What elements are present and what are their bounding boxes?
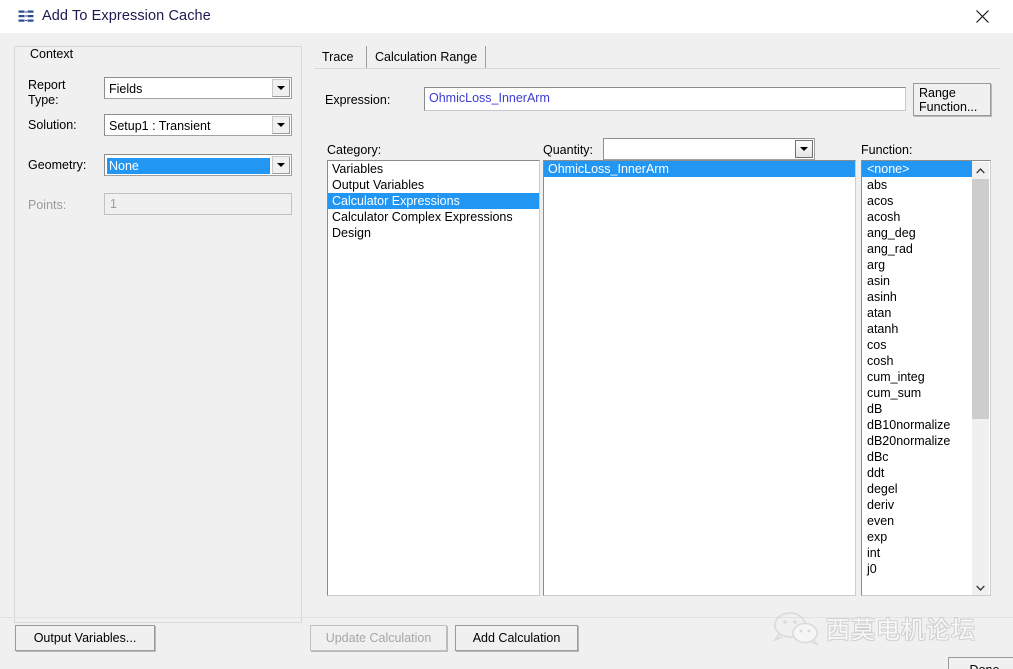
points-value: 1 [110,197,117,211]
quantity-combobox[interactable] [603,138,815,160]
scroll-up-arrow-icon[interactable] [972,162,989,179]
function-list-item[interactable]: acosh [862,209,972,225]
function-list-item[interactable]: ang_rad [862,241,972,257]
function-list-item[interactable]: dB20normalize [862,433,972,449]
add-to-expression-cache-dialog: Add To Expression Cache Context Report T… [0,0,1013,669]
report-type-label-line1: Report [28,78,66,92]
function-list-item[interactable]: even [862,513,972,529]
function-list-item[interactable]: dB [862,401,972,417]
window-title: Add To Expression Cache [42,8,211,24]
range-function-button[interactable]: Range Function... [913,83,991,116]
solution-label: Solution: [28,118,77,132]
quantity-combo-value [608,142,792,158]
function-list-item[interactable]: int [862,545,972,561]
function-label: Function: [861,143,913,157]
output-variables-button[interactable]: Output Variables... [15,625,155,651]
geometry-dropdown-arrow[interactable] [272,156,290,174]
quantity-label: Quantity: [543,143,594,157]
tab-strip: Trace Calculation Range [314,46,1000,68]
category-listbox[interactable]: Variables Output Variables Calculator Expr… [327,160,540,596]
tab-calculation-range[interactable]: Calculation Range [366,46,487,68]
function-list-item[interactable]: cosh [862,353,972,369]
function-list-item[interactable]: ang_deg [862,225,972,241]
function-list-item[interactable]: <none> [862,161,972,177]
function-list-item[interactable]: cum_integ [862,369,972,385]
solution-value: Setup1 : Transient [109,119,211,133]
scroll-down-arrow-icon[interactable] [972,579,989,595]
footer-separator [0,617,1013,618]
category-label: Category: [327,143,382,157]
update-calculation-button: Update Calculation [310,625,447,651]
solution-dropdown-arrow[interactable] [272,116,290,134]
category-list-item[interactable]: Output Variables [328,177,539,193]
geometry-combobox[interactable]: None [104,154,292,176]
context-group-title: Context [26,47,78,61]
category-list-item[interactable]: Design [328,225,539,241]
chevron-down-icon [277,86,285,90]
add-calculation-button[interactable]: Add Calculation [455,625,578,651]
chevron-down-icon [277,123,285,127]
report-type-dropdown-arrow[interactable] [272,79,290,97]
expression-input[interactable]: OhmicLoss_InnerArm [424,87,906,111]
chevron-down-icon [800,147,808,151]
expression-value: OhmicLoss_InnerArm [429,91,550,105]
function-scrollbar[interactable] [972,162,989,595]
function-list-item[interactable]: dBc [862,449,972,465]
function-list-item[interactable]: cos [862,337,972,353]
function-list-item[interactable]: ddt [862,465,972,481]
quantity-list-item[interactable]: OhmicLoss_InnerArm [544,161,855,177]
category-list-item[interactable]: Calculator Complex Expressions [328,209,539,225]
quantity-listbox[interactable]: OhmicLoss_InnerArm [543,160,856,596]
geometry-value: None [107,158,270,174]
function-list-item[interactable]: exp [862,529,972,545]
function-listbox[interactable]: <none> abs acos acosh ang_deg ang_rad arg asin a… [861,160,991,596]
function-list-item[interactable]: abs [862,177,972,193]
function-list-item[interactable]: asin [862,273,972,289]
function-list-item[interactable]: cum_sum [862,385,972,401]
function-list-item[interactable]: atanh [862,321,972,337]
expression-label: Expression: [325,93,391,107]
dialog-body: Context Report Type: Fields Solution: Se… [0,33,1013,669]
tab-trace[interactable]: Trace [314,46,362,68]
tab-separator [314,68,1000,69]
quantity-dropdown-arrow[interactable] [795,140,813,158]
report-type-label-line2: Type: [28,93,59,107]
title-bar: Add To Expression Cache [0,0,1013,34]
report-type-value: Fields [109,82,143,96]
scrollbar-thumb[interactable] [972,179,989,419]
category-list-item[interactable]: Calculator Expressions [328,193,539,209]
function-list-item[interactable]: degel [862,481,972,497]
function-list-item[interactable]: atan [862,305,972,321]
function-list-item[interactable]: acos [862,193,972,209]
range-function-label-line1: Range [919,85,956,100]
points-label: Points: [28,198,67,212]
points-input: 1 [104,193,292,215]
function-item-container: <none> abs acos acosh ang_deg ang_rad arg asin a… [862,161,972,577]
chevron-down-icon [277,163,285,167]
close-button[interactable] [959,0,1005,32]
close-icon [975,9,989,23]
function-list-item[interactable]: dB10normalize [862,417,972,433]
expression-cache-icon [18,9,35,24]
category-list-item[interactable]: Variables [328,161,539,177]
function-list-item[interactable]: asinh [862,289,972,305]
report-type-label: Report Type: [28,78,98,108]
report-type-combobox[interactable]: Fields [104,77,292,99]
function-list-item[interactable]: deriv [862,497,972,513]
function-list-item[interactable]: arg [862,257,972,273]
function-list-item[interactable]: j0 [862,561,972,577]
range-function-label-line2: Function... [919,99,978,114]
geometry-label: Geometry: [28,158,87,172]
done-button[interactable]: Done [948,657,1013,669]
solution-combobox[interactable]: Setup1 : Transient [104,114,292,136]
